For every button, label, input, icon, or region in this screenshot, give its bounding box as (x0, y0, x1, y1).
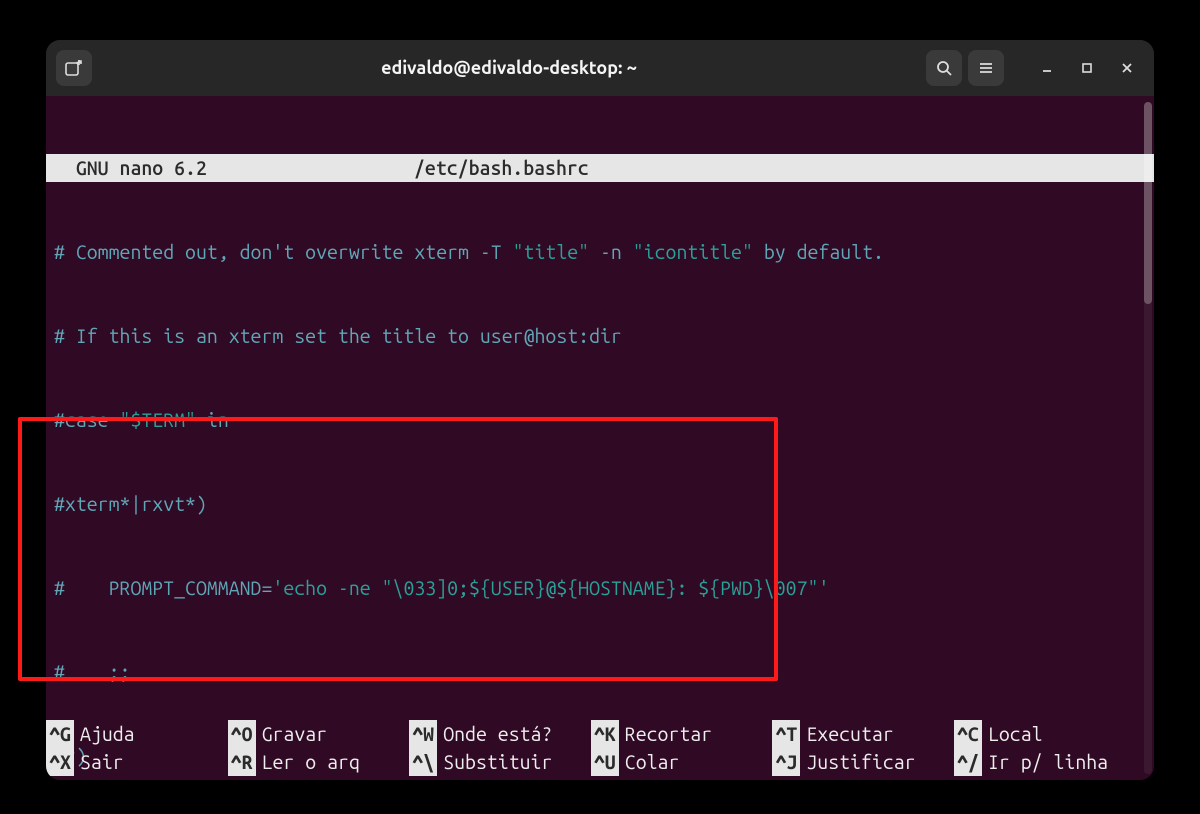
code-string: "icontitle" (633, 241, 753, 263)
shortcut-label: Gravar (256, 720, 328, 748)
new-tab-icon (65, 59, 83, 77)
titlebar: edivaldo@edivaldo-desktop: ~ (46, 40, 1154, 96)
shortcut-key: ^J (772, 748, 800, 776)
code-line: # Commented out, don't overwrite xterm -… (54, 241, 513, 263)
shortcut-key: ^C (954, 720, 982, 748)
search-icon (935, 59, 953, 77)
nano-shortcuts: ^GAjuda ^OGravar ^WOnde está? ^KRecortar… (46, 720, 1140, 776)
nano-file-name: /etc/bash.bashrc (414, 154, 1146, 182)
code-line: by default. (753, 241, 884, 263)
maximize-button[interactable] (1070, 51, 1104, 85)
shortcut-label: Colar (619, 748, 680, 776)
window-title: edivaldo@edivaldo-desktop: ~ (100, 58, 918, 78)
shortcut-execute[interactable]: ^TExecutar (772, 720, 954, 748)
shortcut-cut[interactable]: ^KRecortar (591, 720, 773, 748)
minimize-icon (1039, 60, 1055, 76)
shortcut-label: Recortar (619, 720, 712, 748)
shortcut-key: ^U (591, 748, 619, 776)
new-tab-button[interactable] (56, 50, 92, 86)
shortcut-replace[interactable]: ^\Substituir (409, 748, 591, 776)
code-line: #case (54, 409, 120, 431)
shortcut-key: ^T (772, 720, 800, 748)
hamburger-menu-button[interactable] (968, 50, 1004, 86)
code-line: # If this is an xterm set the title to u… (46, 322, 1154, 350)
shortcut-label: Ajuda (74, 720, 135, 748)
hamburger-icon (977, 59, 995, 77)
code-line: in (196, 409, 229, 431)
shortcut-help[interactable]: ^GAjuda (46, 720, 228, 748)
terminal-window: edivaldo@edivaldo-desktop: ~ (46, 40, 1154, 780)
shortcut-key: ^X (46, 748, 74, 776)
terminal-scrollbar[interactable] (1144, 102, 1152, 774)
maximize-icon (1080, 61, 1094, 75)
shortcut-label: Ler o arq (256, 748, 360, 776)
code-string: "title" (513, 241, 589, 263)
shortcut-label: Local (982, 720, 1043, 748)
shortcut-row-1: ^GAjuda ^OGravar ^WOnde está? ^KRecortar… (46, 720, 1140, 748)
shortcut-write[interactable]: ^OGravar (228, 720, 410, 748)
shortcut-justify[interactable]: ^JJustificar (772, 748, 954, 776)
shortcut-key: ^K (591, 720, 619, 748)
shortcut-where[interactable]: ^WOnde está? (409, 720, 591, 748)
shortcut-paste[interactable]: ^UColar (591, 748, 773, 776)
minimize-button[interactable] (1030, 51, 1064, 85)
code-string: "$TERM" (120, 409, 196, 431)
shortcut-local[interactable]: ^CLocal (954, 720, 1136, 748)
shortcut-key: ^/ (954, 748, 982, 776)
shortcut-key: ^R (228, 748, 256, 776)
code-line: #xterm*|rxvt*) (46, 490, 1154, 518)
shortcut-label: Executar (800, 720, 893, 748)
shortcut-gotoline[interactable]: ^/Ir p/ linha (954, 748, 1136, 776)
shortcut-label: Justificar (800, 748, 915, 776)
shortcut-key: ^G (46, 720, 74, 748)
terminal-area[interactable]: GNU nano 6.2 /etc/bash.bashrc # Commente… (46, 96, 1154, 780)
shortcut-read[interactable]: ^RLer o arq (228, 748, 410, 776)
shortcut-label: Sair (74, 748, 124, 776)
shortcut-key: ^\ (409, 748, 437, 776)
close-button[interactable] (1110, 51, 1144, 85)
code-line: # ;; (46, 658, 1154, 686)
terminal-content: GNU nano 6.2 /etc/bash.bashrc # Commente… (46, 96, 1154, 780)
shortcut-label: Onde está? (437, 720, 552, 748)
shortcut-label: Ir p/ linha (982, 748, 1108, 776)
close-icon (1120, 61, 1134, 75)
scrollbar-thumb[interactable] (1144, 102, 1152, 304)
code-line: # PROMPT_COMMAND= (54, 577, 272, 599)
nano-app-name: GNU nano 6.2 (54, 154, 414, 182)
code-string: 'echo -ne "\033]0;${USER}@${HOSTNAME}: $… (272, 577, 829, 599)
shortcut-key: ^W (409, 720, 437, 748)
code-line: -n (589, 241, 633, 263)
shortcut-key: ^O (228, 720, 256, 748)
shortcut-label: Substituir (437, 748, 552, 776)
shortcut-row-2: ^XSair ^RLer o arq ^\Substituir ^UColar … (46, 748, 1140, 776)
nano-header: GNU nano 6.2 /etc/bash.bashrc (46, 154, 1154, 182)
shortcut-exit[interactable]: ^XSair (46, 748, 228, 776)
search-button[interactable] (926, 50, 962, 86)
